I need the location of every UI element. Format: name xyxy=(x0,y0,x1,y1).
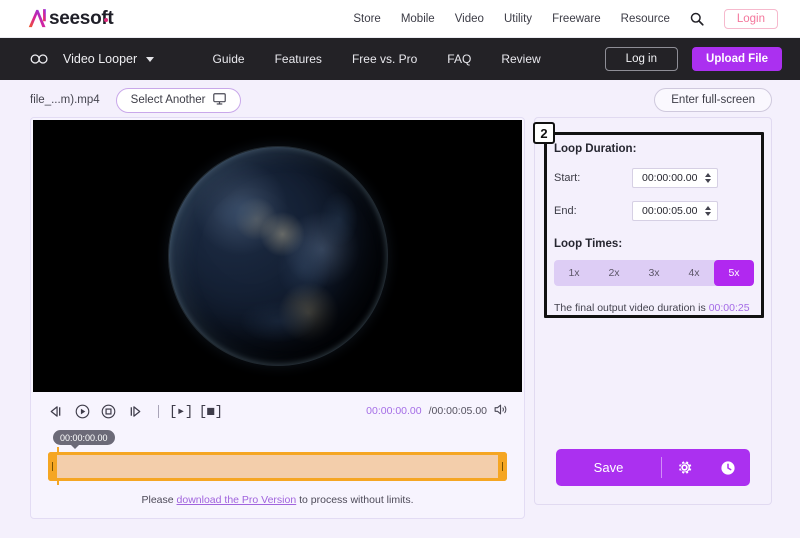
video-preview[interactable] xyxy=(33,120,522,392)
final-duration-text: The final output video duration is xyxy=(554,302,709,314)
file-toolbar: file_...m).mp4 Select Another Enter full… xyxy=(0,83,800,117)
top-nav-item-utility[interactable]: Utility xyxy=(504,13,532,25)
player-card: [▸] [◼] 00:00:00.00 /00:00:05.00 00:00:0… xyxy=(30,117,525,519)
pro-note-prefix: Please xyxy=(141,494,177,506)
final-duration-note: The final output video duration is 00:00… xyxy=(554,302,754,314)
next-frame-icon[interactable] xyxy=(127,405,142,418)
upload-file-button[interactable]: Upload File xyxy=(692,47,782,71)
trim-handle-right[interactable] xyxy=(498,452,507,481)
file-name-label: file_...m).mp4 xyxy=(30,94,100,106)
nav-item-review[interactable]: Review xyxy=(501,52,540,66)
current-time-label: 00:00:00.00 xyxy=(366,405,422,417)
trim-range-track[interactable] xyxy=(48,452,507,481)
start-label: Start: xyxy=(554,172,581,184)
loop-duration-title: Loop Duration: xyxy=(554,143,637,155)
product-name-label: Video Looper xyxy=(63,52,138,66)
start-time-row: Start: 00:00:00.00 xyxy=(554,168,754,188)
enter-fullscreen-button[interactable]: Enter full-screen xyxy=(654,88,772,112)
save-actions-row: Save xyxy=(535,449,771,504)
loop-times-group: 1x 2x 3x 4x 5x xyxy=(554,260,754,286)
product-selector[interactable]: Video Looper xyxy=(63,52,155,66)
set-end-point-button[interactable]: [◼] xyxy=(199,403,223,420)
select-another-label: Select Another xyxy=(130,94,206,106)
loop-settings-body: Loop Duration: Start: 00:00:00.00 End: 0… xyxy=(535,118,771,314)
product-nav-links: Guide Features Free vs. Pro FAQ Review L… xyxy=(213,47,782,71)
ai-monogram-icon xyxy=(28,9,46,28)
controls-divider xyxy=(158,404,159,418)
nav-item-free-vs-pro[interactable]: Free vs. Pro xyxy=(352,52,417,66)
select-another-button[interactable]: Select Another xyxy=(115,87,242,113)
end-label: End: xyxy=(554,205,577,217)
chevron-down-icon xyxy=(146,56,155,62)
playhead-time-tooltip: 00:00:00.00 xyxy=(53,430,115,449)
download-pro-version-link[interactable]: download the Pro Version xyxy=(177,494,297,506)
loop-option-2x[interactable]: 2x xyxy=(594,260,634,286)
loop-times-title: Loop Times: xyxy=(554,238,623,250)
pro-version-note: Please download the Pro Version to proce… xyxy=(31,490,524,514)
play-circle-icon[interactable] xyxy=(75,404,90,419)
loop-option-4x[interactable]: 4x xyxy=(674,260,714,286)
monitor-icon xyxy=(213,92,227,108)
set-start-point-button[interactable]: [▸] xyxy=(169,403,193,420)
start-time-value: 00:00:00.00 xyxy=(642,172,698,184)
product-nav-bar: Video Looper Guide Features Free vs. Pro… xyxy=(0,38,800,80)
top-nav-item-resource[interactable]: Resource xyxy=(621,13,670,25)
aiseesoft-logo[interactable]: seesoft xyxy=(26,8,118,29)
end-stepper[interactable] xyxy=(705,206,711,216)
pro-note-suffix: to process without limits. xyxy=(296,494,414,506)
timeline[interactable]: 00:00:00.00 xyxy=(31,428,524,490)
nav-actions: Log in Upload File xyxy=(604,47,782,71)
end-time-row: End: 00:00:05.00 xyxy=(554,201,754,221)
top-nav-item-freeware[interactable]: Freeware xyxy=(552,13,601,25)
search-icon[interactable] xyxy=(690,12,704,26)
final-duration-value: 00:00:25 xyxy=(708,302,750,314)
loop-option-5x[interactable]: 5x xyxy=(714,260,754,286)
top-nav-item-store[interactable]: Store xyxy=(353,13,381,25)
start-stepper[interactable] xyxy=(705,173,711,183)
loop-option-3x[interactable]: 3x xyxy=(634,260,674,286)
time-display: 00:00:00.00 /00:00:05.00 xyxy=(366,403,508,419)
top-nav-item-mobile[interactable]: Mobile xyxy=(401,13,435,25)
log-in-button[interactable]: Log in xyxy=(604,47,679,71)
top-nav-item-video[interactable]: Video xyxy=(455,13,484,25)
loop-option-1x[interactable]: 1x xyxy=(554,260,594,286)
infinity-loop-icon xyxy=(30,53,49,65)
previous-frame-icon[interactable] xyxy=(49,405,64,418)
loop-settings-panel: 2 Loop Duration: Start: 00:00:00.00 End:… xyxy=(533,117,772,505)
save-button[interactable]: Save xyxy=(556,449,661,486)
gear-icon[interactable] xyxy=(662,449,706,486)
nav-item-guide[interactable]: Guide xyxy=(213,52,245,66)
logo-dot xyxy=(103,17,108,22)
top-nav: Store Mobile Video Utility Freeware Reso… xyxy=(353,8,778,29)
save-button-group: Save xyxy=(556,449,750,486)
end-time-input[interactable]: 00:00:05.00 xyxy=(632,201,718,221)
login-button[interactable]: Login xyxy=(723,8,778,29)
main-content: [▸] [◼] 00:00:00.00 /00:00:05.00 00:00:0… xyxy=(0,117,800,519)
total-time-label: /00:00:05.00 xyxy=(428,405,487,417)
nav-item-faq[interactable]: FAQ xyxy=(447,52,471,66)
end-time-value: 00:00:05.00 xyxy=(642,205,698,217)
nav-item-features[interactable]: Features xyxy=(275,52,322,66)
playback-controls: [▸] [◼] 00:00:00.00 /00:00:05.00 xyxy=(31,396,524,426)
volume-icon[interactable] xyxy=(494,403,508,419)
top-header-bar: seesoft Store Mobile Video Utility Freew… xyxy=(0,0,800,38)
stop-circle-icon[interactable] xyxy=(101,404,116,419)
start-time-input[interactable]: 00:00:00.00 xyxy=(632,168,718,188)
earth-from-space-frame xyxy=(168,147,387,365)
clock-icon[interactable] xyxy=(706,449,750,486)
trim-handle-left[interactable] xyxy=(48,452,57,481)
